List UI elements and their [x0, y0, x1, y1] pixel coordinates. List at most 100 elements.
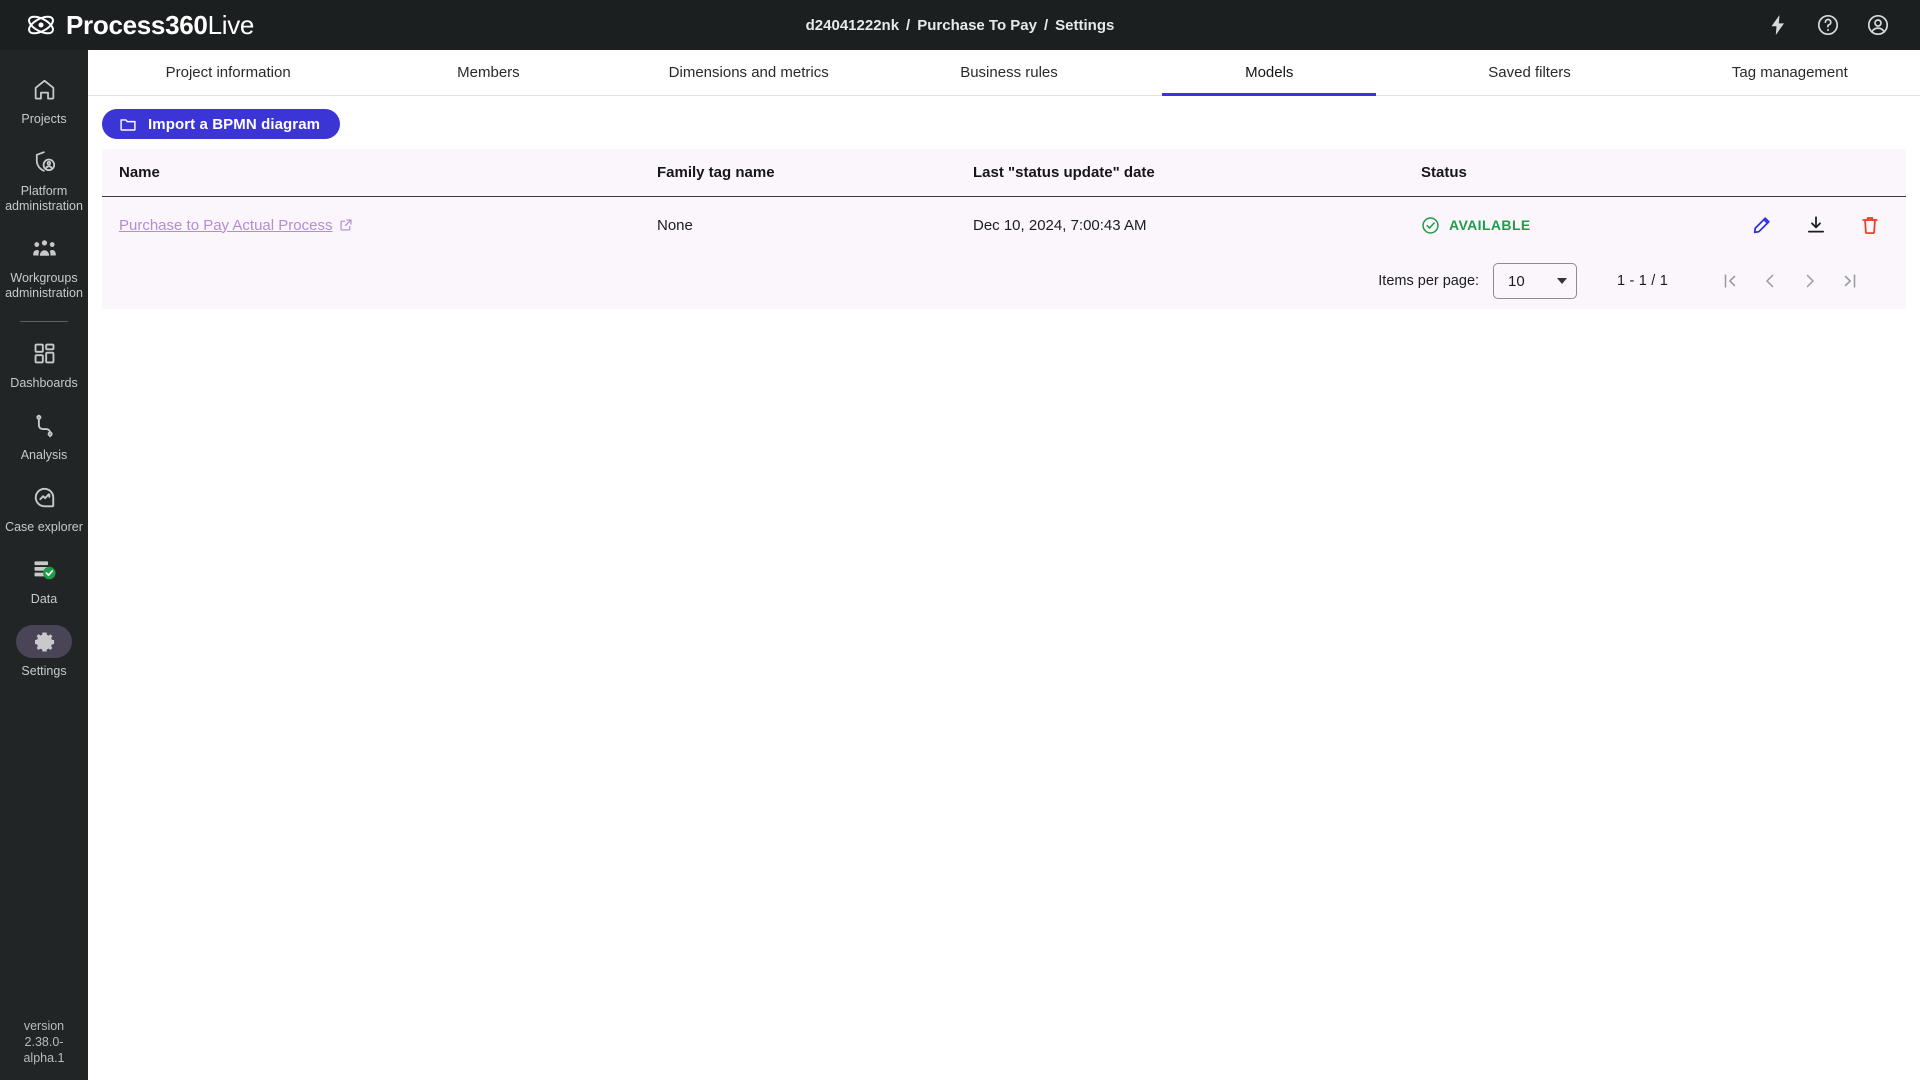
chevron-down-icon [1557, 278, 1567, 284]
status-label: AVAILABLE [1449, 217, 1531, 233]
column-header-name: Name [119, 164, 657, 181]
external-link-icon [339, 218, 353, 232]
sidebar-item-analysis[interactable]: Analysis [0, 400, 88, 472]
models-table: Name Family tag name Last "status update… [102, 149, 1906, 309]
breadcrumb: d24041222nk / Purchase To Pay / Settings [0, 0, 1920, 50]
sidebar-item-label: Projects [21, 112, 66, 127]
sidebar-item-projects[interactable]: Projects [0, 64, 88, 136]
shield-user-icon [32, 149, 57, 174]
column-header-last-update: Last "status update" date [973, 164, 1421, 181]
tab-dimensions-and-metrics[interactable]: Dimensions and metrics [619, 50, 879, 95]
brand-text-bold: Process360 [66, 10, 208, 40]
last-page-icon [1840, 271, 1860, 291]
tab-models[interactable]: Models [1139, 50, 1399, 95]
sidebar-item-settings[interactable]: Settings [0, 616, 88, 688]
tab-members[interactable]: Members [358, 50, 618, 95]
items-per-page-label: Items per page: [1378, 273, 1479, 289]
tab-project-information[interactable]: Project information [98, 50, 358, 95]
chevron-right-icon [1800, 271, 1820, 291]
atom-logo-icon [26, 10, 56, 40]
table-header-row: Name Family tag name Last "status update… [102, 149, 1906, 197]
sidebar-item-label: Dashboards [10, 376, 77, 391]
sidebar-item-platform-administration[interactable]: Platform administration [0, 136, 88, 223]
model-name-text: Purchase to Pay Actual Process [119, 217, 332, 234]
gear-icon [32, 629, 57, 654]
import-bpmn-diagram-button[interactable]: Import a BPMN diagram [102, 109, 340, 139]
check-circle-icon [1421, 216, 1440, 235]
breadcrumb-section[interactable]: Settings [1055, 17, 1114, 34]
shield-user-icon-wrap [16, 145, 72, 178]
import-bpmn-diagram-label: Import a BPMN diagram [148, 116, 320, 133]
home-icon-wrap [16, 73, 72, 106]
delete-icon[interactable] [1859, 214, 1881, 236]
gear-icon-wrap [16, 625, 72, 658]
cell-status: AVAILABLE [1421, 216, 1751, 235]
breadcrumb-workspace[interactable]: d24041222nk [806, 17, 899, 34]
chevron-left-icon [1760, 271, 1780, 291]
case-explorer-icon [32, 485, 57, 510]
next-page-button[interactable] [1790, 261, 1830, 301]
group-icon-wrap [16, 232, 72, 265]
account-icon[interactable] [1866, 13, 1890, 37]
app-root: Process360Live d24041222nk / Purchase To… [0, 0, 1920, 1080]
case-explorer-icon-wrap [16, 481, 72, 514]
sidebar-item-label: Workgroups administration [4, 271, 84, 301]
tab-business-rules[interactable]: Business rules [879, 50, 1139, 95]
cell-last-update: Dec 10, 2024, 7:00:43 AM [973, 217, 1421, 234]
items-per-page-select[interactable]: 10 [1493, 263, 1577, 299]
cell-family-tag: None [657, 217, 973, 234]
status-badge: AVAILABLE [1421, 216, 1751, 235]
paginator: Items per page: 10 1 - 1 / 1 [102, 253, 1906, 309]
sidebar-item-case-explorer[interactable]: Case explorer [0, 472, 88, 544]
database-check-icon [32, 557, 57, 582]
tab-tag-management[interactable]: Tag management [1660, 50, 1920, 95]
brand-text: Process360Live [66, 10, 254, 41]
database-check-icon-wrap [16, 553, 72, 586]
lightning-icon[interactable] [1766, 13, 1790, 37]
tab-bar: Project information Members Dimensions a… [88, 50, 1920, 96]
items-per-page-value: 10 [1508, 273, 1525, 290]
first-page-icon [1720, 271, 1740, 291]
download-icon[interactable] [1805, 214, 1827, 236]
sidebar-item-label: Platform administration [4, 184, 84, 214]
cell-name: Purchase to Pay Actual Process [119, 217, 657, 234]
model-name-link[interactable]: Purchase to Pay Actual Process [119, 217, 353, 234]
body-row: Projects Platform administration [0, 50, 1920, 1080]
help-icon[interactable] [1816, 13, 1840, 37]
table-row: Purchase to Pay Actual Process None Dec … [102, 197, 1906, 253]
column-header-status: Status [1421, 164, 1751, 181]
page-range-label: 1 - 1 / 1 [1617, 273, 1668, 289]
main-content: Project information Members Dimensions a… [88, 50, 1920, 1080]
home-icon [32, 77, 57, 102]
process-path-icon-wrap [16, 409, 72, 442]
toolbar: Import a BPMN diagram [88, 96, 1920, 149]
group-icon [32, 236, 57, 261]
last-page-button[interactable] [1830, 261, 1870, 301]
edit-icon[interactable] [1751, 214, 1773, 236]
app-version: version 2.38.0-alpha.1 [0, 1018, 88, 1066]
sidebar-item-label: Data [31, 592, 57, 607]
sidebar-item-workgroups-administration[interactable]: Workgroups administration [0, 223, 88, 310]
sidebar-item-dashboards[interactable]: Dashboards [0, 328, 88, 400]
top-bar: Process360Live d24041222nk / Purchase To… [0, 0, 1920, 50]
column-header-family-tag: Family tag name [657, 164, 973, 181]
sidebar: Projects Platform administration [0, 50, 88, 1080]
breadcrumb-project[interactable]: Purchase To Pay [917, 17, 1037, 34]
sidebar-divider [20, 321, 68, 322]
previous-page-button[interactable] [1750, 261, 1790, 301]
sidebar-item-data[interactable]: Data [0, 544, 88, 616]
dashboard-grid-icon [32, 341, 57, 366]
brand-text-light: Live [208, 10, 255, 40]
breadcrumb-separator-2: / [1044, 17, 1048, 34]
folder-icon [119, 115, 137, 133]
first-page-button[interactable] [1710, 261, 1750, 301]
brand[interactable]: Process360Live [0, 10, 254, 41]
sidebar-item-label: Analysis [21, 448, 68, 463]
sidebar-item-label: Case explorer [5, 520, 83, 535]
process-path-icon [32, 413, 57, 438]
dashboard-grid-icon-wrap [16, 337, 72, 370]
breadcrumb-separator-1: / [906, 17, 910, 34]
sidebar-item-label: Settings [21, 664, 66, 679]
tab-saved-filters[interactable]: Saved filters [1399, 50, 1659, 95]
cell-actions [1751, 214, 1920, 236]
